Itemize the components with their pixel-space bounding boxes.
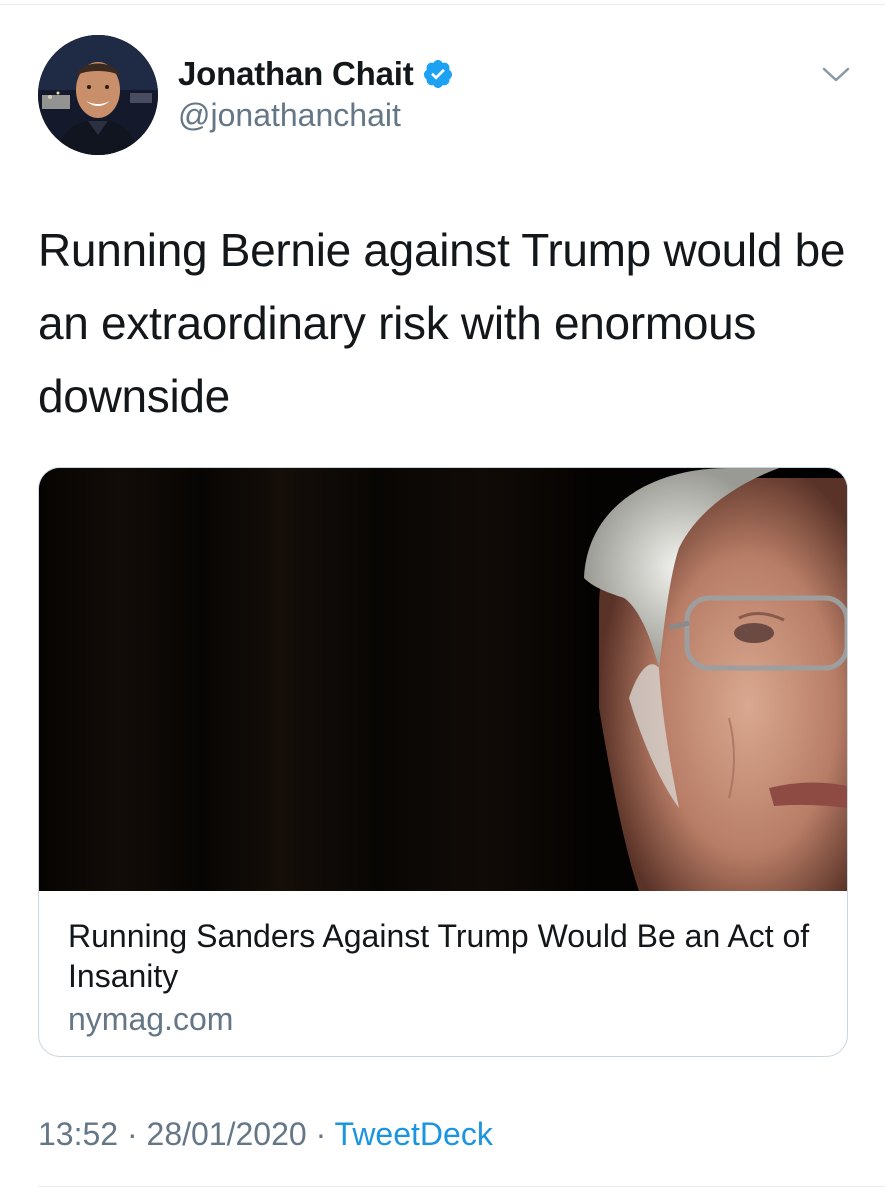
card-image[interactable] (39, 468, 847, 891)
card-domain[interactable]: nymag.com (68, 1001, 233, 1038)
tweet-date[interactable]: 28/01/2020 (147, 1116, 307, 1152)
tweet-time[interactable]: 13:52 (38, 1116, 118, 1152)
card-title[interactable]: Running Sanders Against Trump Would Be a… (68, 916, 828, 996)
author-handle[interactable]: @jonathanchait (178, 97, 401, 134)
bottom-divider (38, 1186, 885, 1187)
link-card[interactable]: Running Sanders Against Trump Would Be a… (38, 467, 848, 1057)
tweet-meta: 13:52 · 28/01/2020 · TweetDeck (38, 1116, 493, 1153)
avatar[interactable] (38, 35, 158, 155)
meta-separator-2: · (306, 1116, 335, 1152)
chevron-down-icon[interactable] (820, 62, 852, 86)
meta-separator: · (118, 1116, 147, 1152)
tweet-text: Running Bernie against Trump would be an… (38, 224, 846, 422)
article-photo (39, 468, 847, 891)
verified-badge-icon (422, 58, 454, 90)
author-display-name[interactable]: Jonathan Chait (178, 55, 414, 93)
tweet-source-link[interactable]: TweetDeck (335, 1116, 493, 1152)
top-divider (0, 4, 885, 5)
avatar-photo (38, 35, 158, 155)
author-name-row[interactable]: Jonathan Chait (178, 55, 454, 93)
